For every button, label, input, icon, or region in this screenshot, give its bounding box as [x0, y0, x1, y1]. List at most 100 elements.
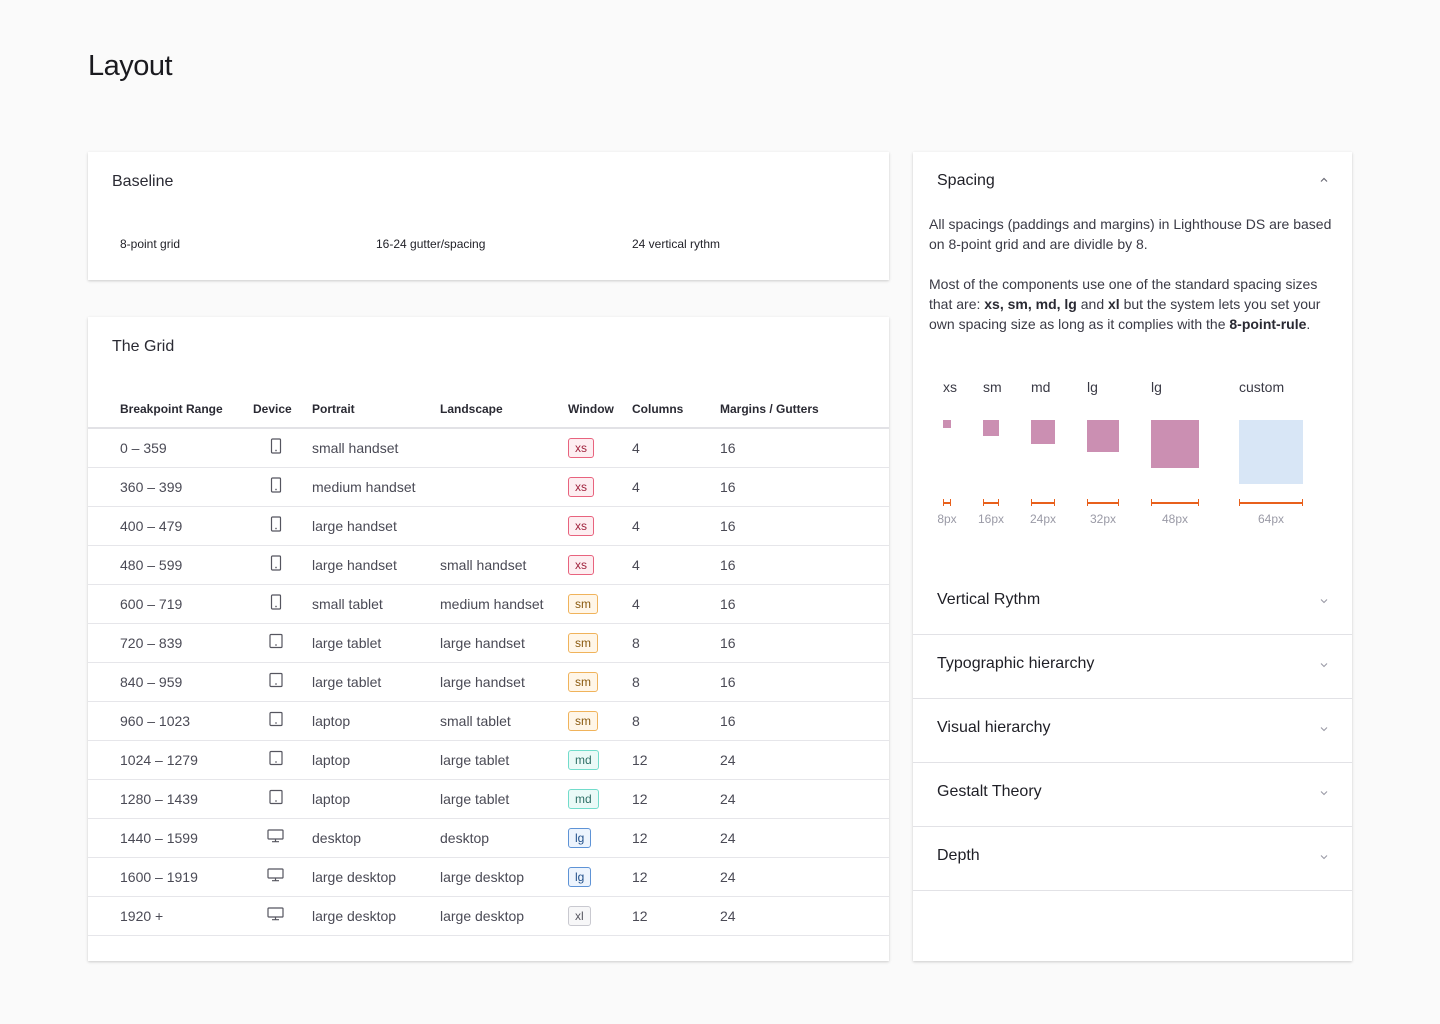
cell-window: sm [568, 623, 632, 663]
accordion-item-vertical-rythm[interactable]: Vertical Rythm [913, 571, 1352, 635]
cell-columns: 12 [632, 779, 720, 819]
cell-landscape [440, 428, 568, 468]
table-row: 1600 – 1919 large desktop large desktop lg 1… [88, 857, 889, 897]
cell-landscape: large tablet [440, 740, 568, 780]
chevron-down-icon[interactable] [1318, 851, 1330, 863]
cell-device [253, 779, 312, 819]
cell-columns: 4 [632, 428, 720, 468]
cell-window: xs [568, 506, 632, 546]
emphasis-text: xs, sm, md, lg [984, 296, 1077, 312]
size-ruler [1087, 499, 1119, 506]
baseline-item-rythm: 24 vertical rythm [632, 237, 721, 251]
size-swatch-8px [943, 420, 951, 428]
cell-breakpoint-range: 0 – 359 [88, 428, 253, 468]
cell-device [253, 623, 312, 663]
cell-margins-gutters: 24 [720, 896, 889, 936]
cell-portrait: large handset [312, 545, 440, 585]
window-badge: lg [568, 866, 592, 887]
size-caption: 24px [1029, 512, 1057, 526]
chevron-down-icon[interactable] [1318, 595, 1330, 607]
baseline-title: Baseline [112, 173, 174, 190]
cell-portrait: large tablet [312, 623, 440, 663]
cell-breakpoint-range: 960 – 1023 [88, 701, 253, 741]
accordion-title-spacing: Spacing [937, 172, 995, 189]
cell-window: sm [568, 584, 632, 624]
size-swatch-64px [1239, 420, 1303, 484]
cell-margins-gutters: 24 [720, 857, 889, 897]
accordion-title: Gestalt Theory [937, 783, 1042, 800]
cell-device [253, 584, 312, 624]
cell-landscape: large handset [440, 662, 568, 702]
cell-device [253, 506, 312, 546]
cell-landscape [440, 506, 568, 546]
cell-portrait: small tablet [312, 584, 440, 624]
accordion-item-gestalt-theory[interactable]: Gestalt Theory [913, 763, 1352, 827]
chevron-down-icon[interactable] [1318, 723, 1330, 735]
header-columns: Columns [632, 391, 720, 429]
phone-icon [270, 516, 282, 535]
cell-columns: 8 [632, 701, 720, 741]
accordion-title: Typographic hierarchy [937, 655, 1095, 672]
cell-margins-gutters: 16 [720, 701, 889, 741]
cell-breakpoint-range: 1440 – 1599 [88, 818, 253, 858]
body-text: and [1076, 296, 1108, 312]
cell-landscape [440, 467, 568, 507]
cell-portrait: large handset [312, 506, 440, 546]
cell-breakpoint-range: 480 – 599 [88, 545, 253, 585]
size-ruler [1151, 499, 1199, 506]
spacing-description-1: All spacings (paddings and margins) in L… [929, 216, 1332, 252]
cell-device [253, 896, 312, 936]
size-label: lg [1151, 379, 1162, 395]
table-row: 1280 – 1439 laptop large tablet md 12 24 [88, 779, 889, 819]
cell-columns: 12 [632, 740, 720, 780]
chevron-down-icon[interactable] [1318, 787, 1330, 799]
cell-breakpoint-range: 1920 + [88, 896, 253, 936]
table-row: 360 – 399 medium handset xs 4 16 [88, 467, 889, 507]
cell-margins-gutters: 16 [720, 584, 889, 624]
size-swatch-48px [1151, 420, 1199, 468]
accordion-title: Vertical Rythm [937, 591, 1041, 608]
accordion-header-spacing[interactable]: Spacing [913, 152, 1352, 216]
size-caption: 32px [1089, 512, 1117, 526]
baseline-card: Baseline 8-point grid 16-24 gutter/spaci… [88, 152, 889, 280]
cell-columns: 4 [632, 545, 720, 585]
cell-window: lg [568, 818, 632, 858]
chevron-down-icon[interactable] [1318, 659, 1330, 671]
cell-breakpoint-range: 1280 – 1439 [88, 779, 253, 819]
tablet-icon [268, 789, 283, 808]
cell-landscape: medium handset [440, 584, 568, 624]
cell-device [253, 662, 312, 702]
size-ruler [983, 499, 999, 506]
cell-margins-gutters: 16 [720, 428, 889, 468]
cell-breakpoint-range: 400 – 479 [88, 506, 253, 546]
chevron-up-icon[interactable] [1318, 174, 1330, 186]
table-row: 1024 – 1279 laptop large tablet md 12 24 [88, 740, 889, 780]
cell-device [253, 818, 312, 858]
cell-portrait: laptop [312, 779, 440, 819]
cell-landscape: desktop [440, 818, 568, 858]
window-badge: xs [568, 437, 594, 458]
tablet-icon [268, 633, 283, 652]
accordion-item-depth[interactable]: Depth [913, 827, 1352, 891]
table-row: 720 – 839 large tablet large handset sm 8 16 [88, 623, 889, 663]
cell-window: sm [568, 701, 632, 741]
accordion-item-typographic-hierarchy[interactable]: Typographic hierarchy [913, 635, 1352, 699]
cell-landscape: large handset [440, 623, 568, 663]
cell-window: sm [568, 662, 632, 702]
cell-device [253, 740, 312, 780]
window-badge: xs [568, 554, 594, 575]
desktop-icon [267, 907, 284, 924]
size-label: md [1031, 379, 1051, 395]
accordion-item-visual-hierarchy[interactable]: Visual hierarchy [913, 699, 1352, 763]
cell-margins-gutters: 16 [720, 623, 889, 663]
accordion-title: Visual hierarchy [937, 719, 1051, 736]
tablet-icon [268, 711, 283, 730]
table-row: 0 – 359 small handset xs 4 16 [88, 428, 889, 468]
cell-window: md [568, 779, 632, 819]
baseline-item-grid: 8-point grid [120, 237, 181, 251]
cell-window: xs [568, 428, 632, 468]
cell-margins-gutters: 16 [720, 467, 889, 507]
spacing-description-2: Most of the components use one of the st… [929, 274, 1339, 334]
cell-window: xl [568, 896, 632, 936]
cell-device [253, 545, 312, 585]
